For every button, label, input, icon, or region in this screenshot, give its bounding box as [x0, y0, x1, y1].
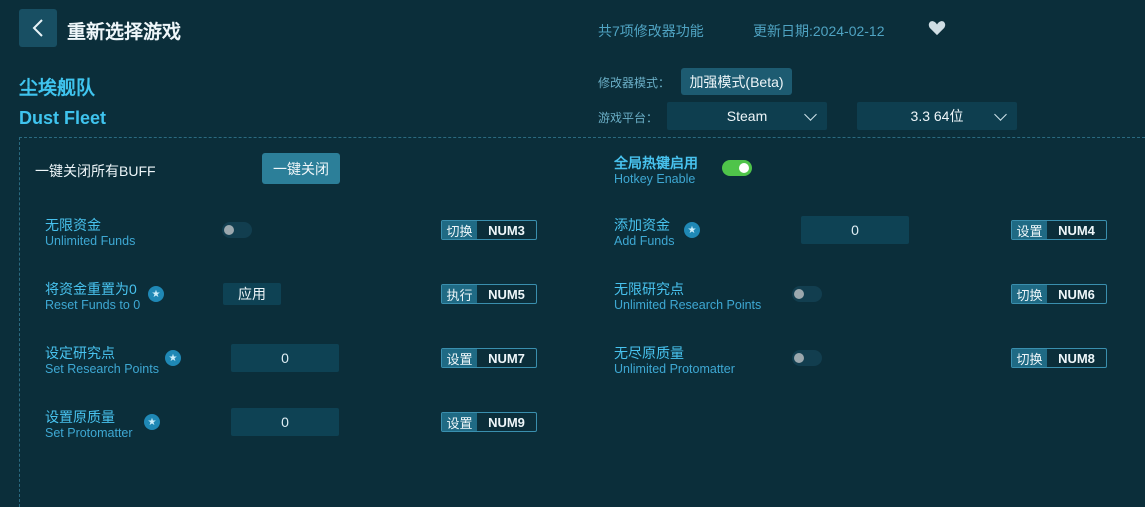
cheat-label-en: Unlimited Research Points — [614, 298, 762, 312]
star-icon: ★ — [684, 222, 700, 238]
cheat-panel — [19, 137, 1145, 507]
hotkey-num5[interactable]: 执行 NUM5 — [441, 284, 537, 304]
hotkey-action: 设置 — [442, 349, 477, 367]
unlimited-research-toggle[interactable] — [792, 286, 822, 302]
unlimited-funds-toggle[interactable] — [222, 222, 252, 238]
platform-select[interactable]: Steam — [667, 102, 827, 130]
platform-value: Steam — [726, 108, 768, 124]
hotkey-num4[interactable]: 设置 NUM4 — [1011, 220, 1107, 240]
version-value: 3.3 64位 — [910, 108, 964, 124]
hotkey-action: 设置 — [442, 413, 477, 431]
platform-label: 游戏平台： — [598, 111, 659, 125]
game-title-cn: 尘埃舰队 — [19, 78, 96, 99]
feature-count: 共7项修改器功能 — [598, 23, 704, 39]
hotkey-num7[interactable]: 设置 NUM7 — [441, 348, 537, 368]
hotkey-enable-toggle[interactable] — [722, 160, 752, 176]
cheat-label-cn: 设定研究点 — [45, 345, 115, 361]
hotkey-action: 执行 — [442, 285, 477, 303]
disable-all-label: 一键关闭所有BUFF — [35, 163, 156, 179]
chevron-down-icon — [994, 108, 1007, 121]
star-icon: ★ — [148, 286, 164, 302]
cheat-label-cn: 将资金重置为0 — [45, 281, 137, 297]
cheat-label-en: Unlimited Protomatter — [614, 362, 735, 376]
mode-button[interactable]: 加强模式(Beta) — [681, 68, 792, 95]
hotkey-action: 切换 — [442, 221, 477, 239]
version-select[interactable]: 3.3 64位 — [857, 102, 1017, 130]
cheat-label-cn: 无限资金 — [45, 217, 101, 233]
star-icon: ★ — [144, 414, 160, 430]
cheat-label-en: Set Protomatter — [45, 426, 133, 440]
cheat-label-cn: 添加资金 — [614, 217, 670, 233]
hotkey-action: 切换 — [1012, 285, 1047, 303]
hotkey-num8[interactable]: 切换 NUM8 — [1011, 348, 1107, 368]
back-button[interactable] — [19, 9, 57, 47]
hotkey-enable-label-en: Hotkey Enable — [614, 172, 696, 186]
hotkey-action: 切换 — [1012, 349, 1047, 367]
hotkey-key: NUM3 — [488, 222, 525, 238]
unlimited-protomatter-toggle[interactable] — [792, 350, 822, 366]
cheat-label-cn: 设置原质量 — [45, 409, 115, 425]
hotkey-num6[interactable]: 切换 NUM6 — [1011, 284, 1107, 304]
cheat-label-en: Add Funds — [614, 234, 675, 248]
hotkey-key: NUM9 — [488, 414, 525, 430]
apply-button[interactable]: 应用 — [223, 283, 281, 305]
mode-label: 修改器模式： — [598, 76, 671, 90]
hotkey-num9[interactable]: 设置 NUM9 — [441, 412, 537, 432]
research-points-input[interactable]: 0 — [231, 344, 339, 372]
update-date: 更新日期:2024-02-12 — [753, 23, 885, 39]
heart-icon[interactable] — [928, 20, 946, 36]
protomatter-input[interactable]: 0 — [231, 408, 339, 436]
cheat-label-cn: 无尽原质量 — [614, 345, 684, 361]
cheat-label-en: Set Research Points — [45, 362, 159, 376]
cheat-label-en: Unlimited Funds — [45, 234, 136, 248]
game-title-en: Dust Fleet — [19, 108, 107, 128]
chevron-down-icon — [804, 108, 817, 121]
cheat-label-en: Reset Funds to 0 — [45, 298, 141, 312]
hotkey-key: NUM5 — [488, 286, 525, 302]
disable-all-button[interactable]: 一键关闭 — [262, 153, 340, 184]
hotkey-key: NUM8 — [1058, 350, 1095, 366]
hotkey-num3[interactable]: 切换 NUM3 — [441, 220, 537, 240]
hotkey-key: NUM6 — [1058, 286, 1095, 302]
cheat-label-cn: 无限研究点 — [614, 281, 684, 297]
chevron-left-icon — [32, 19, 43, 37]
hotkey-key: NUM7 — [488, 350, 525, 366]
hotkey-action: 设置 — [1012, 221, 1047, 239]
star-icon: ★ — [165, 350, 181, 366]
hotkey-key: NUM4 — [1058, 222, 1095, 238]
page-title[interactable]: 重新选择游戏 — [67, 17, 181, 44]
add-funds-input[interactable]: 0 — [801, 216, 909, 244]
hotkey-enable-label-cn: 全局热键启用 — [614, 155, 698, 171]
